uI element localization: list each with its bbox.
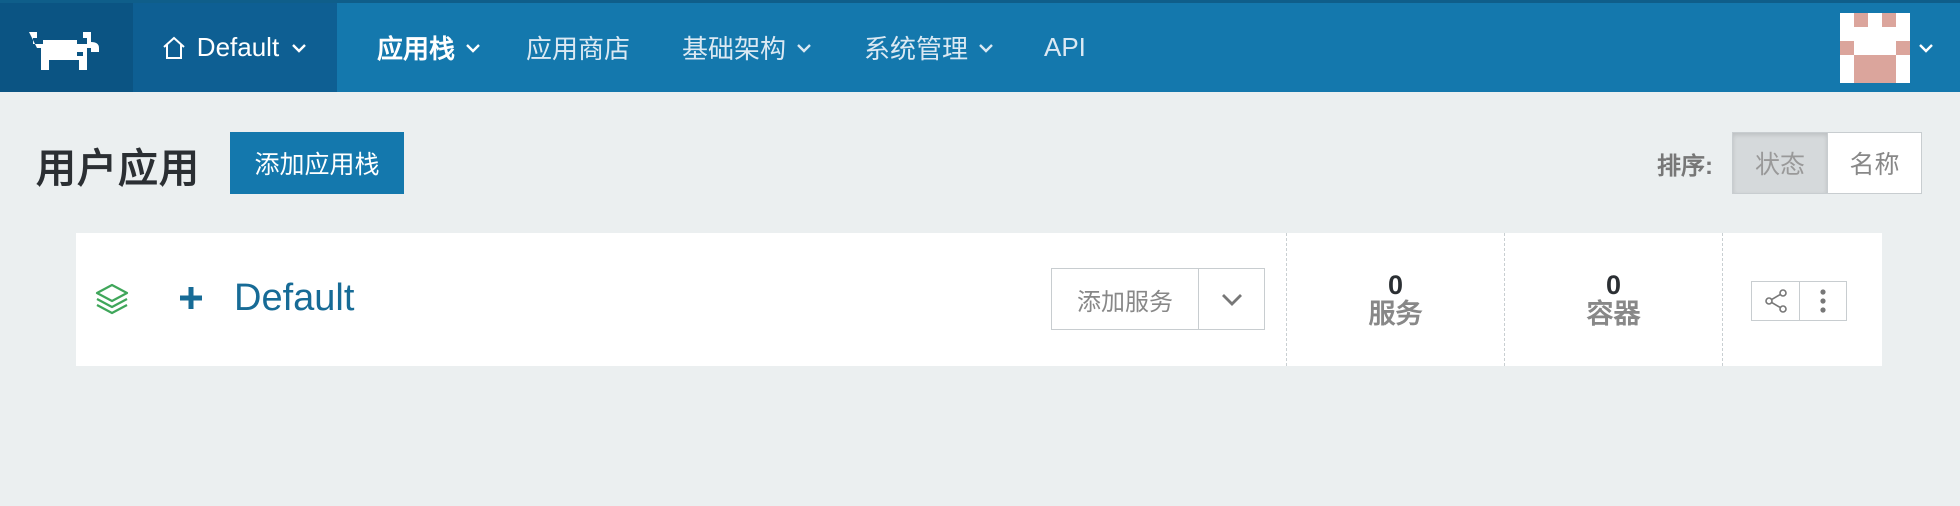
expand-stack-button[interactable] [166,273,216,323]
nav-item-catalog[interactable]: 应用商店 [526,3,630,92]
logo[interactable] [0,3,133,92]
stack-action-buttons [1751,281,1847,321]
share-icon [1764,289,1787,313]
chevron-down-icon [466,43,480,53]
sort-toggle-group: 状态 名称 [1732,132,1922,194]
containers-count-label: 容器 [1586,298,1641,329]
nav-item-label: 应用商店 [526,34,631,64]
page-title: 用户应用 [36,147,200,191]
more-vertical-icon [1820,289,1826,313]
sort-by-state-button[interactable]: 状态 [1733,133,1827,193]
nav-item-label: API [1044,32,1086,62]
add-service-dropdown[interactable] [1198,269,1264,329]
plus-icon [180,287,202,309]
nav-item-label: 系统管理 [864,34,969,64]
top-nav: Default 应用栈 应用商店 基础架构 系统管理 API [0,0,1960,92]
home-icon [163,36,185,59]
containers-count: 0 容器 [1504,233,1722,366]
chevron-down-icon [1221,294,1242,306]
nav-item-infrastructure[interactable]: 基础架构 [682,3,814,92]
environment-selector[interactable]: Default [133,3,337,92]
nav-item-api[interactable]: API [1044,3,1086,92]
chevron-down-icon [1919,43,1933,53]
containers-count-value: 0 [1605,270,1622,301]
nav-item-label: 基础架构 [682,34,787,64]
more-actions-button[interactable] [1799,282,1846,320]
rancher-cow-icon [28,31,99,70]
add-service-split-button: 添加服务 [1051,268,1265,330]
nav-item-admin[interactable]: 系统管理 [864,3,996,92]
services-count-value: 0 [1387,270,1404,301]
chevron-down-icon [797,43,811,53]
nav-item-stacks[interactable]: 应用栈 [377,3,483,92]
chevron-down-icon [292,43,307,53]
layers-icon [95,283,129,315]
stack-name-link[interactable]: Default [234,277,354,320]
stack-actions [1722,233,1882,366]
user-menu[interactable] [1840,3,1960,92]
add-stack-button[interactable]: 添加应用栈 [230,132,404,194]
share-button[interactable] [1752,282,1799,320]
sort-label: 排序: [1657,153,1713,180]
avatar [1840,12,1910,83]
stack-card: Default 添加服务 0 服务 0 容器 [76,233,1882,366]
nav-item-label: 应用栈 [377,34,456,64]
add-service-button[interactable]: 添加服务 [1052,269,1198,329]
chevron-down-icon [979,43,993,53]
environment-label: Default [196,32,280,62]
sort-by-name-button[interactable]: 名称 [1827,133,1921,193]
services-count-label: 服务 [1368,298,1423,329]
services-count: 0 服务 [1286,233,1504,366]
